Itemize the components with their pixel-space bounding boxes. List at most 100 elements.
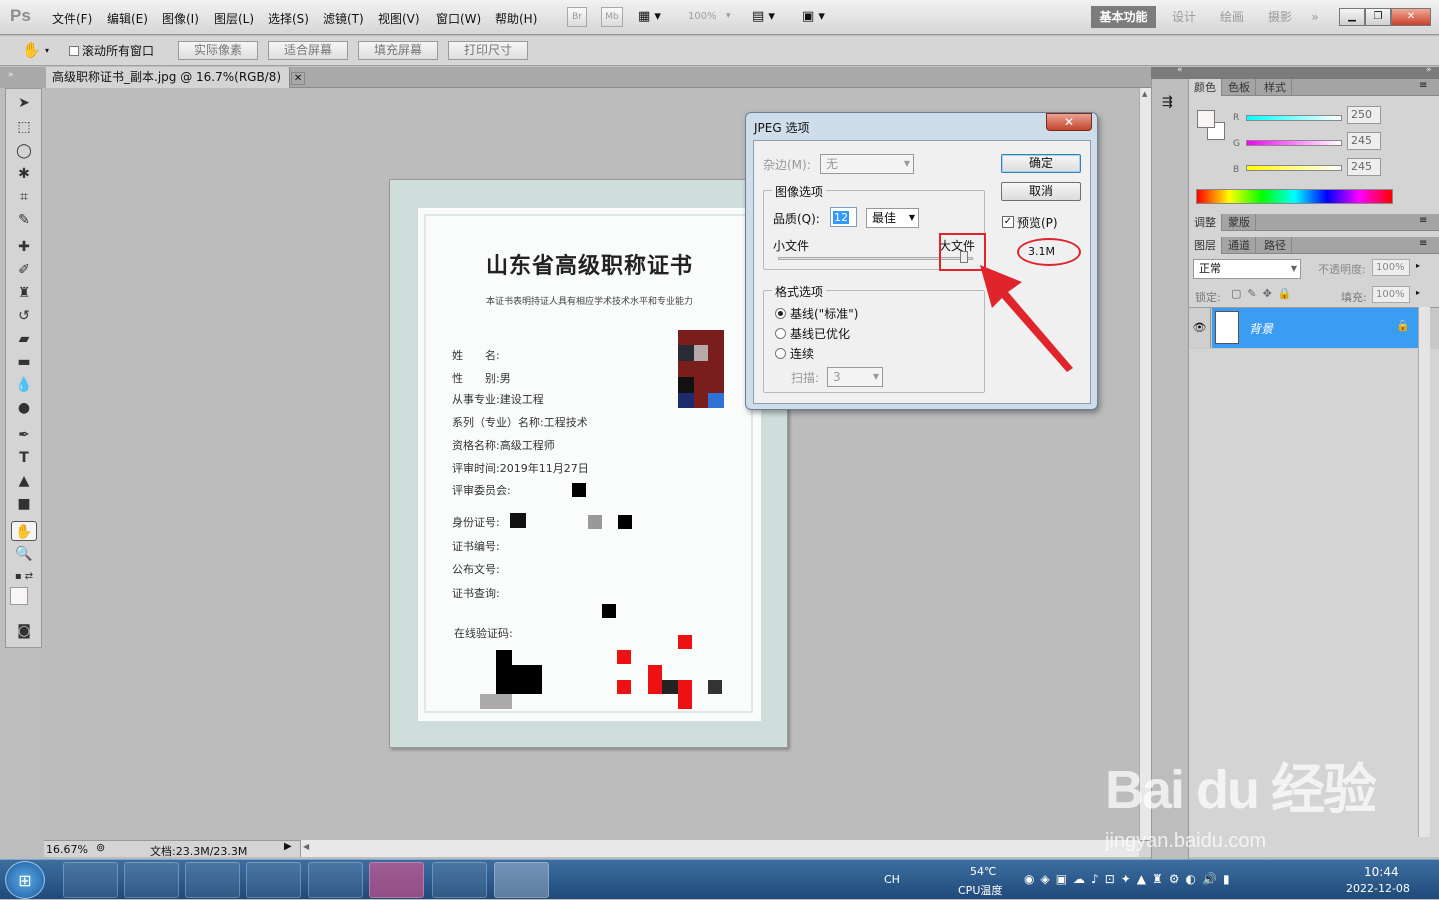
menu-image[interactable]: 图像(I) xyxy=(162,10,199,27)
eraser-tool-icon[interactable]: ▰ xyxy=(11,329,37,349)
foreground-color-swatch[interactable] xyxy=(10,587,28,605)
bridge-button[interactable]: Br xyxy=(567,7,587,27)
history-brush-tool-icon[interactable]: ↺ xyxy=(11,306,37,326)
zoom-readout[interactable]: 16.67% xyxy=(46,843,88,856)
scroll-up-icon[interactable]: ▲ xyxy=(1142,90,1147,98)
lock-icons[interactable]: ▢✎✥🔒 xyxy=(1231,287,1298,300)
swap-colors-icon[interactable]: ▪ ⇄ xyxy=(11,567,37,587)
preview-checkbox[interactable]: ✓ xyxy=(1002,216,1014,228)
eyedropper-tool-icon[interactable]: ✎ xyxy=(11,210,37,230)
status-info-icon[interactable]: ⊚ xyxy=(96,841,105,854)
fill-screen-button[interactable]: 填充屏幕 xyxy=(358,41,438,60)
quality-input[interactable]: 12 xyxy=(830,207,857,227)
tab-swatches[interactable]: 色板 xyxy=(1223,79,1256,96)
taskbar-explorer-icon[interactable] xyxy=(432,862,487,898)
view-extras-icon[interactable]: ▦ ▾ xyxy=(638,9,661,24)
taskbar-browser-icon[interactable] xyxy=(246,862,301,898)
g-value[interactable]: 245 xyxy=(1347,132,1381,150)
gradient-tool-icon[interactable]: ▬ xyxy=(11,352,37,372)
color-spectrum-ramp[interactable] xyxy=(1196,189,1393,204)
taskbar-baidu-netdisk-icon[interactable] xyxy=(124,862,179,898)
ok-button[interactable]: 确定 xyxy=(1001,154,1081,173)
fit-screen-button[interactable]: 适合屏幕 xyxy=(268,41,348,60)
r-slider[interactable] xyxy=(1246,115,1342,121)
layer-row-background[interactable]: 背景 🔒 xyxy=(1212,308,1418,348)
screen-mode-icon[interactable]: ▣ ▾ xyxy=(802,9,825,24)
layers-scrollbar[interactable] xyxy=(1418,307,1430,837)
quality-preset-select[interactable]: 最佳 ▼ xyxy=(866,208,919,228)
zoom-level-select[interactable]: 100% xyxy=(688,11,717,22)
b-slider[interactable] xyxy=(1246,165,1342,171)
blur-tool-icon[interactable]: 💧 xyxy=(11,375,37,395)
color-foreground-swatch[interactable] xyxy=(1197,110,1215,128)
tab-adjustments[interactable]: 调整 xyxy=(1189,214,1222,231)
menu-window[interactable]: 窗口(W) xyxy=(436,10,481,27)
taskbar-chrome-icon[interactable] xyxy=(185,862,240,898)
tab-color[interactable]: 颜色 xyxy=(1189,79,1222,96)
close-window-button[interactable]: ✕ xyxy=(1391,8,1431,26)
crop-tool-icon[interactable]: ⌗ xyxy=(11,187,37,207)
horizontal-scrollbar[interactable]: ◀ xyxy=(300,840,1139,857)
minimize-button[interactable]: ▁ xyxy=(1339,8,1365,26)
fill-arrow-icon[interactable]: ▸ xyxy=(1416,288,1420,297)
rectangle-tool-icon[interactable]: ■ xyxy=(11,494,37,514)
clock-time[interactable]: 10:44 xyxy=(1364,865,1399,879)
actual-pixels-button[interactable]: 实际像素 xyxy=(178,41,258,60)
collapse-left-icon[interactable]: « xyxy=(1177,65,1183,75)
clone-stamp-tool-icon[interactable]: ♜ xyxy=(11,283,37,303)
workspace-painting[interactable]: 绘画 xyxy=(1212,6,1252,28)
menu-layer[interactable]: 图层(L) xyxy=(214,10,254,27)
taskbar-photoshop-icon[interactable] xyxy=(494,862,549,898)
print-size-button[interactable]: 打印尺寸 xyxy=(448,41,528,60)
clock-date[interactable]: 2022-12-08 xyxy=(1346,882,1410,895)
blend-mode-select[interactable]: 正常 ▼ xyxy=(1193,259,1301,279)
move-tool-icon[interactable]: ➤ xyxy=(11,93,37,113)
restore-button[interactable]: ❐ xyxy=(1365,8,1391,26)
document-tab[interactable]: 高级职称证书_副本.jpg @ 16.7%(RGB/8) ✕ xyxy=(46,67,306,88)
menu-select[interactable]: 选择(S) xyxy=(268,10,309,27)
matte-select[interactable]: 无 ▼ xyxy=(820,154,914,174)
workspace-photography[interactable]: 摄影 xyxy=(1260,6,1300,28)
taskbar-ie-icon[interactable] xyxy=(308,862,363,898)
format-progressive-radio[interactable] xyxy=(775,348,786,359)
scans-select[interactable]: 3 ▼ xyxy=(827,367,883,387)
taskbar-bilibili-icon[interactable] xyxy=(369,862,424,898)
pen-tool-icon[interactable]: ✒ xyxy=(11,425,37,445)
workspace-more-icon[interactable]: » xyxy=(1305,6,1325,28)
hand-tool-active-icon[interactable]: ✋ xyxy=(11,521,37,541)
workspace-design[interactable]: 设计 xyxy=(1164,6,1204,28)
tray-icons[interactable]: ◉◈▣☁♪⊡✦▲♜⚙◐🔊▮ xyxy=(1024,872,1236,886)
marquee-tool-icon[interactable]: ⬚ xyxy=(11,117,37,137)
type-tool-icon[interactable]: T xyxy=(11,448,37,468)
r-value[interactable]: 250 xyxy=(1347,106,1381,124)
tool-preset-chevron-icon[interactable]: ▾ xyxy=(45,46,49,55)
tab-channels[interactable]: 通道 xyxy=(1223,237,1256,254)
scroll-left-icon[interactable]: ◀ xyxy=(303,842,309,851)
menu-edit[interactable]: 编辑(E) xyxy=(107,10,148,27)
tab-layers[interactable]: 图层 xyxy=(1189,237,1222,254)
menu-file[interactable]: 文件(F) xyxy=(52,10,92,27)
collapse-toolbox-icon[interactable]: » xyxy=(8,70,14,80)
tab-masks[interactable]: 蒙版 xyxy=(1223,214,1256,231)
layer-visibility-eye-icon[interactable]: 👁 xyxy=(1189,308,1211,348)
dodge-tool-icon[interactable]: ● xyxy=(11,398,37,418)
taskbar-media-player-icon[interactable] xyxy=(63,862,118,898)
close-tab-icon[interactable]: ✕ xyxy=(290,72,306,85)
format-baseline-radio[interactable] xyxy=(775,308,786,319)
lasso-tool-icon[interactable]: ◯ xyxy=(11,141,37,161)
vertical-scrollbar[interactable]: ▲ xyxy=(1139,88,1151,840)
language-indicator[interactable]: CH xyxy=(884,873,900,886)
layers-panel-menu-icon[interactable]: ≡ xyxy=(1419,238,1427,249)
workspace-essentials[interactable]: 基本功能 xyxy=(1091,6,1156,28)
tab-paths[interactable]: 路径 xyxy=(1259,237,1292,254)
g-slider[interactable] xyxy=(1246,140,1342,146)
path-selection-tool-icon[interactable]: ▲ xyxy=(11,471,37,491)
dialog-close-button[interactable]: ✕ xyxy=(1046,113,1092,131)
quick-select-tool-icon[interactable]: ✱ xyxy=(11,164,37,184)
menu-help[interactable]: 帮助(H) xyxy=(495,10,537,27)
minibridge-button[interactable]: Mb xyxy=(601,7,623,27)
adjust-panel-menu-icon[interactable]: ≡ xyxy=(1419,215,1427,226)
status-menu-arrow-icon[interactable]: ▶ xyxy=(284,841,292,852)
menu-view[interactable]: 视图(V) xyxy=(378,10,420,27)
cancel-button[interactable]: 取消 xyxy=(1001,182,1081,201)
